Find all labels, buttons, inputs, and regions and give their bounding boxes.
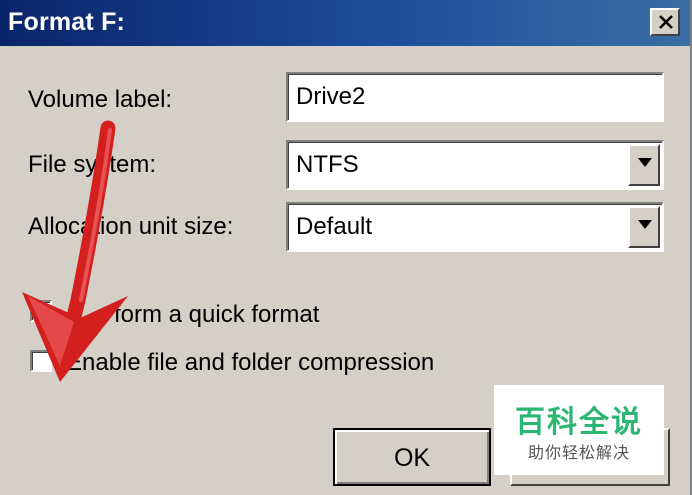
allocation-unit-size-value: Default: [296, 213, 373, 240]
compression-label: Enable file and folder compression: [66, 349, 435, 376]
close-button[interactable]: [650, 8, 680, 36]
volume-label-value: Drive2: [296, 83, 366, 110]
close-icon: [659, 15, 673, 29]
chevron-down-icon: [638, 220, 652, 229]
checkmark-icon: [34, 305, 48, 317]
watermark-title: 百科全说: [515, 406, 643, 439]
allocation-unit-size-caption: Allocation unit size:: [28, 213, 234, 240]
format-dialog: Format F: Volume label: Drive2 File syst…: [0, 0, 692, 495]
title-bar[interactable]: Format F:: [0, 0, 690, 46]
file-system-select[interactable]: NTFS: [286, 140, 664, 190]
file-system-caption: File system:: [28, 151, 157, 178]
allocation-unit-size-dropdown-button[interactable]: [628, 206, 660, 248]
allocation-unit-size-select[interactable]: Default: [286, 202, 664, 252]
volume-label-input[interactable]: Drive2: [286, 72, 664, 122]
file-system-dropdown-button[interactable]: [628, 144, 660, 186]
chevron-down-icon: [638, 158, 652, 167]
volume-label-caption: Volume label:: [28, 86, 173, 113]
watermark-subtitle: 助你轻松解决: [527, 445, 630, 462]
file-system-value: NTFS: [296, 151, 359, 178]
ok-label: OK: [393, 444, 431, 472]
compression-checkbox[interactable]: [30, 350, 52, 372]
window-title: Format F:: [8, 8, 126, 36]
quick-format-label: form a quick format: [114, 301, 320, 328]
quick-format-checkbox[interactable]: [30, 300, 52, 322]
watermark-logo: 百科全说 助你轻松解决: [494, 385, 664, 475]
ok-button[interactable]: OK: [333, 428, 491, 486]
